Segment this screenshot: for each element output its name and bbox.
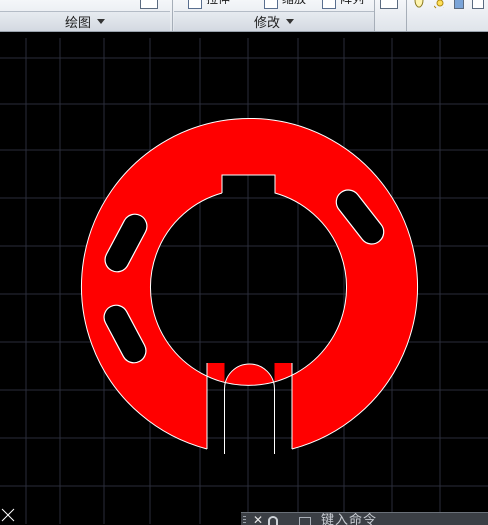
- scale-icon: [264, 0, 278, 9]
- panel-divider: [172, 0, 173, 31]
- ucs-icon: [1, 508, 15, 522]
- ring-part[interactable]: [81, 118, 418, 454]
- stretch-label: 拉伸: [206, 0, 230, 4]
- layer-icon[interactable]: [380, 0, 398, 9]
- command-line[interactable]: ✕ 键入命令: [241, 512, 488, 525]
- modify-panel-label: 修改: [253, 16, 280, 31]
- panel-divider: [406, 0, 407, 31]
- panel-divider: [374, 0, 375, 31]
- draw-panel-title[interactable]: 绘图: [0, 11, 170, 31]
- modify-panel-title[interactable]: 修改: [174, 11, 374, 31]
- bulb-icon[interactable]: [414, 0, 424, 9]
- cad-drawing[interactable]: [0, 38, 488, 524]
- scale-tool[interactable]: 缩放: [264, 0, 306, 10]
- drawing-canvas[interactable]: [0, 38, 488, 524]
- scale-label: 缩放: [282, 0, 306, 4]
- array-tool[interactable]: 阵列: [322, 0, 364, 10]
- layer-freeze-icon[interactable]: [472, 0, 484, 9]
- layer-state-icon[interactable]: [454, 0, 464, 9]
- sun-icon[interactable]: [434, 0, 444, 9]
- table-icon[interactable]: [140, 0, 158, 9]
- array-icon: [322, 0, 336, 9]
- command-input[interactable]: 键入命令: [321, 514, 377, 525]
- stretch-icon: [188, 0, 202, 9]
- close-icon[interactable]: ✕: [253, 514, 263, 525]
- chevron-down-icon: [286, 19, 294, 24]
- array-label: 阵列: [340, 0, 364, 4]
- ribbon: 绘图 拉伸 缩放 阵列 修改: [0, 0, 488, 32]
- stretch-tool[interactable]: 拉伸: [188, 0, 230, 10]
- draw-panel-label: 绘图: [64, 16, 91, 31]
- chevron-down-icon: [97, 19, 105, 24]
